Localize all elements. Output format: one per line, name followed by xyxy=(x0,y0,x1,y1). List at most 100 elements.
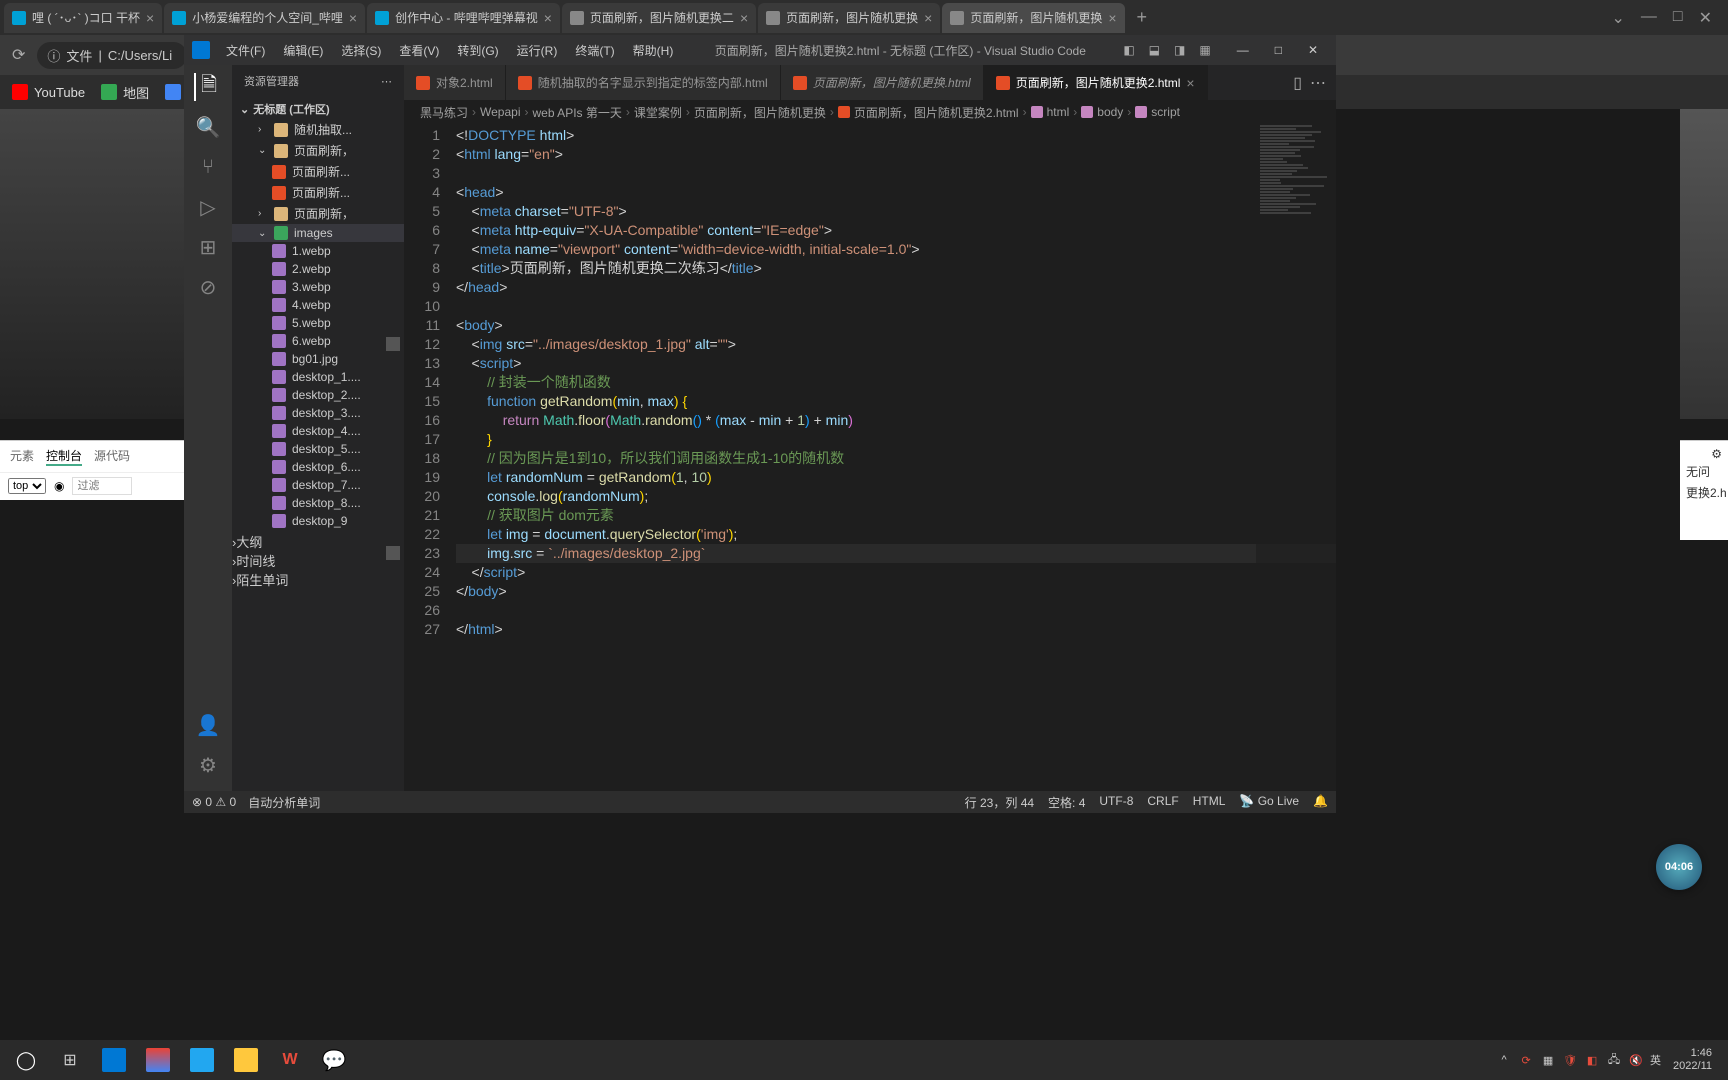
tray-chevron-icon[interactable]: ^ xyxy=(1496,1052,1512,1068)
vscode-maximize-icon[interactable]: □ xyxy=(1265,39,1292,61)
tree-file[interactable]: desktop_2.... xyxy=(232,386,404,404)
tree-folder[interactable]: ⌄页面刷新， xyxy=(232,140,404,161)
code-line[interactable]: <html lang="en"> xyxy=(456,145,1336,164)
line-number[interactable]: 20 xyxy=(404,487,440,506)
status-analyze[interactable]: 自动分析单词 xyxy=(248,794,320,811)
tree-file[interactable]: desktop_8.... xyxy=(232,494,404,512)
tray-network-icon[interactable]: 🖧 xyxy=(1606,1052,1622,1068)
code-line[interactable] xyxy=(456,297,1336,316)
reload-icon[interactable]: ⟳ xyxy=(8,41,29,69)
code-line[interactable]: <meta charset="UTF-8"> xyxy=(456,202,1336,221)
tree-file[interactable]: 1.webp xyxy=(232,242,404,260)
editor-more-icon[interactable]: ⋯ xyxy=(1310,73,1326,93)
code-line[interactable]: <meta http-equiv="X-UA-Compatible" conte… xyxy=(456,221,1336,240)
browser-tab[interactable]: 页面刷新，图片随机更换× xyxy=(758,3,940,33)
tree-folder[interactable]: ›页面刷新， xyxy=(232,203,404,224)
remote-icon[interactable]: ⊘ xyxy=(194,273,222,301)
layout-right-icon[interactable]: ◨ xyxy=(1170,41,1189,59)
devtools-context-select[interactable]: top xyxy=(8,478,46,494)
tab-close-icon[interactable]: × xyxy=(1108,10,1116,26)
tree-file[interactable]: 页面刷新... xyxy=(232,182,404,203)
video-timestamp-bubble[interactable]: 04:06 xyxy=(1656,844,1702,890)
taskbar-chrome[interactable] xyxy=(138,1042,178,1078)
vscode-menu-item[interactable]: 终端(T) xyxy=(567,40,622,61)
tab-close-icon[interactable]: × xyxy=(740,10,748,26)
tree-file[interactable]: desktop_1.... xyxy=(232,368,404,386)
browser-tab[interactable]: 创作中心 - 哔哩哔哩弹幕视× xyxy=(367,3,560,33)
line-number[interactable]: 1 xyxy=(404,126,440,145)
run-debug-icon[interactable]: ▷ xyxy=(194,193,222,221)
vscode-menu-item[interactable]: 编辑(E) xyxy=(275,40,331,61)
browser-tab[interactable]: 哩 ( ´･ᴗ･` )コ口 干杯× xyxy=(4,3,162,33)
line-number[interactable]: 26 xyxy=(404,601,440,620)
tree-file[interactable]: 页面刷新... xyxy=(232,161,404,182)
devtools-settings-icon[interactable]: ⚙ xyxy=(1711,447,1722,461)
tree-file[interactable]: desktop_4.... xyxy=(232,422,404,440)
line-number[interactable]: 24 xyxy=(404,563,440,582)
line-number[interactable]: 2 xyxy=(404,145,440,164)
tree-file[interactable]: desktop_9 xyxy=(232,512,404,530)
browser-minimize-icon[interactable]: — xyxy=(1641,8,1657,28)
breadcrumb-item[interactable]: web APIs 第一天 xyxy=(533,104,622,121)
split-editor-icon[interactable]: ▯ xyxy=(1293,73,1302,93)
tree-file[interactable]: desktop_5.... xyxy=(232,440,404,458)
vscode-menu-item[interactable]: 查看(V) xyxy=(391,40,447,61)
layout-left-icon[interactable]: ◧ xyxy=(1119,41,1138,59)
editor-tab[interactable]: 随机抽取的名字显示到指定的标签内部.html xyxy=(506,65,781,100)
browser-tab[interactable]: 页面刷新，图片随机更换× xyxy=(942,3,1124,33)
breadcrumb-item[interactable]: 页面刷新，图片随机更换2.html xyxy=(838,104,1019,121)
status-encoding[interactable]: UTF-8 xyxy=(1099,794,1133,811)
code-line[interactable]: return Math.floor(Math.random() * (max -… xyxy=(456,411,1336,430)
workspace-header[interactable]: ⌄ 无标题 (工作区) xyxy=(232,99,404,119)
breadcrumb-item[interactable]: script xyxy=(1135,105,1180,119)
line-number[interactable]: 16 xyxy=(404,411,440,430)
line-number[interactable]: 25 xyxy=(404,582,440,601)
tab-close-icon[interactable]: × xyxy=(349,10,357,26)
vscode-menu-item[interactable]: 帮助(H) xyxy=(625,40,682,61)
new-tab-button[interactable]: + xyxy=(1127,7,1158,28)
vscode-menu-item[interactable]: 转到(G) xyxy=(449,40,506,61)
browser-tab[interactable]: 页面刷新，图片随机更换二× xyxy=(562,3,756,33)
eye-icon[interactable]: ◉ xyxy=(54,479,64,493)
tree-file[interactable]: desktop_3.... xyxy=(232,404,404,422)
code-line[interactable]: // 获取图片 dom元素 xyxy=(456,506,1336,525)
tree-file[interactable]: desktop_6.... xyxy=(232,458,404,476)
line-number[interactable]: 14 xyxy=(404,373,440,392)
code-line[interactable]: let randomNum = getRandom(1, 10) xyxy=(456,468,1336,487)
breadcrumb-item[interactable]: html xyxy=(1031,105,1070,119)
start-button[interactable]: ◯ xyxy=(6,1042,46,1078)
code-line[interactable]: function getRandom(min, max) { xyxy=(456,392,1336,411)
task-view-icon[interactable]: ⊞ xyxy=(50,1042,90,1078)
taskbar-wps[interactable]: W xyxy=(270,1042,310,1078)
line-number[interactable]: 23 xyxy=(404,544,440,563)
devtools-tab[interactable]: 元素 xyxy=(10,447,34,466)
tab-close-icon[interactable]: × xyxy=(1186,75,1194,91)
status-spaces[interactable]: 空格: 4 xyxy=(1048,794,1085,811)
line-number[interactable]: 11 xyxy=(404,316,440,335)
sidebar-more-icon[interactable]: ⋯ xyxy=(381,75,392,88)
tree-folder[interactable]: ›随机抽取... xyxy=(232,119,404,140)
code-line[interactable] xyxy=(456,164,1336,183)
breadcrumb-item[interactable]: Wepapi xyxy=(480,105,520,119)
devtools-filter-input[interactable] xyxy=(72,477,132,495)
tree-file[interactable]: 6.webp xyxy=(232,332,404,350)
tree-file[interactable]: 4.webp xyxy=(232,296,404,314)
code-line[interactable]: console.log(randomNum); xyxy=(456,487,1336,506)
line-number[interactable]: 8 xyxy=(404,259,440,278)
editor-tab[interactable]: 页面刷新，图片随机更换.html xyxy=(781,65,984,100)
status-bell-icon[interactable]: 🔔 xyxy=(1313,794,1328,811)
code-line[interactable]: let img = document.querySelector('img'); xyxy=(456,525,1336,544)
source-control-icon[interactable]: ⑂ xyxy=(194,153,222,181)
browser-maximize-icon[interactable]: □ xyxy=(1673,8,1683,28)
devtools-tab[interactable]: 源代码 xyxy=(94,447,130,466)
sidebar-section-header[interactable]: ›大纲 xyxy=(232,532,404,551)
tray-ime[interactable]: 英 xyxy=(1650,1052,1661,1068)
tray-volume-icon[interactable]: 🔇 xyxy=(1628,1052,1644,1068)
tree-folder[interactable]: ⌄images xyxy=(232,224,404,242)
taskbar-clock[interactable]: 1:46 2022/11 xyxy=(1667,1047,1718,1073)
breadcrumb-item[interactable]: 课堂案例 xyxy=(634,104,682,121)
browser-tab[interactable]: 小杨爱编程的个人空间_哔哩× xyxy=(164,3,365,33)
status-golive[interactable]: 📡 Go Live xyxy=(1239,794,1299,811)
line-number[interactable]: 18 xyxy=(404,449,440,468)
editor-tab[interactable]: 对象2.html xyxy=(404,65,506,100)
